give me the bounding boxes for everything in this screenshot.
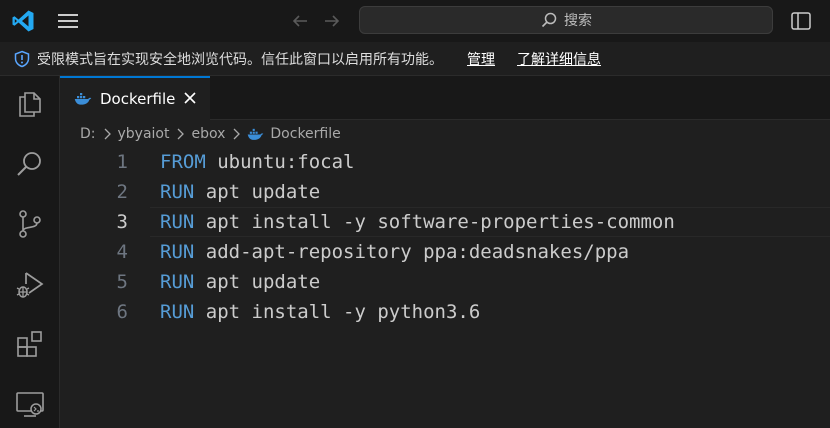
activity-bar xyxy=(0,76,60,428)
keyword: RUN xyxy=(160,211,195,233)
line-number: 2 xyxy=(116,181,128,203)
arrow-right-icon[interactable] xyxy=(322,11,342,31)
learn-more-link[interactable]: 了解详细信息 xyxy=(517,49,601,69)
code-line[interactable]: 5 RUN apt update xyxy=(60,267,830,297)
line-text[interactable]: RUN apt install -y software-properties-c… xyxy=(160,207,675,237)
code-line-active[interactable]: 3 RUN apt install -y software-properties… xyxy=(60,207,830,237)
chevron-right-icon xyxy=(104,128,111,140)
line-number: 4 xyxy=(116,241,128,263)
keyword: RUN xyxy=(160,241,195,263)
code-text: ubuntu:focal xyxy=(205,151,355,173)
line-text[interactable]: RUN apt install -y python3.6 xyxy=(160,297,480,327)
line-number: 1 xyxy=(116,151,128,173)
line-text[interactable]: RUN apt update xyxy=(160,177,320,207)
breadcrumb: D: ybyaiot ebox Dockerfile xyxy=(80,124,341,144)
code-line[interactable]: 1 FROM ubuntu:focal xyxy=(60,147,830,177)
command-center-search[interactable]: 搜索 xyxy=(359,6,773,34)
code-text: add-apt-repository ppa:deadsnakes/ppa xyxy=(194,241,630,263)
restricted-mode-banner: 受限模式旨在实现安全地浏览代码。信任此窗口以启用所有功能。 管理 了解详细信息 xyxy=(0,42,830,76)
close-icon[interactable] xyxy=(182,90,198,106)
code-text: apt update xyxy=(194,271,321,293)
line-text[interactable]: RUN add-apt-repository ppa:deadsnakes/pp… xyxy=(160,237,629,267)
explorer-icon[interactable] xyxy=(14,88,46,120)
layout-sidebar-icon[interactable] xyxy=(790,11,812,31)
chevron-right-icon xyxy=(178,128,185,140)
tab-title: Dockerfile xyxy=(100,90,176,108)
shield-icon xyxy=(14,50,30,67)
editor-area: Dockerfile D: ybyaiot ebox Dockerfile 1 … xyxy=(60,76,830,428)
breadcrumb-folder-ybyaiot[interactable]: ybyaiot xyxy=(118,126,170,142)
keyword: FROM xyxy=(160,151,206,173)
search-view-icon[interactable] xyxy=(14,148,46,180)
menu-icon[interactable] xyxy=(56,11,80,31)
extensions-icon[interactable] xyxy=(14,328,46,360)
docker-icon xyxy=(248,128,264,140)
run-debug-icon[interactable] xyxy=(14,268,46,300)
code-text: apt install -y software-properties-commo… xyxy=(194,211,675,233)
vscode-logo-icon[interactable] xyxy=(11,9,35,33)
editor-tabs: Dockerfile xyxy=(60,76,830,120)
docker-icon xyxy=(74,93,92,105)
code-line[interactable]: 4 RUN add-apt-repository ppa:deadsnakes/… xyxy=(60,237,830,267)
title-bar: 搜索 xyxy=(0,0,830,42)
restricted-message: 受限模式旨在实现安全地浏览代码。信任此窗口以启用所有功能。 xyxy=(37,51,443,68)
breadcrumb-folder-ebox[interactable]: ebox xyxy=(191,126,225,142)
source-control-icon[interactable] xyxy=(14,208,46,240)
line-text[interactable]: FROM ubuntu:focal xyxy=(160,147,354,177)
line-number: 3 xyxy=(116,211,128,233)
remote-explorer-icon[interactable] xyxy=(14,388,46,420)
search-label: 搜索 xyxy=(564,13,592,29)
search-icon xyxy=(541,12,557,28)
code-text: apt update xyxy=(194,181,321,203)
code-line[interactable]: 6 RUN apt install -y python3.6 xyxy=(60,297,830,327)
line-number: 5 xyxy=(116,271,128,293)
chevron-right-icon xyxy=(233,128,241,140)
keyword: RUN xyxy=(160,271,195,293)
code-line[interactable]: 2 RUN apt update xyxy=(60,177,830,207)
code-editor[interactable]: 1 FROM ubuntu:focal 2 RUN apt update 3 R… xyxy=(60,147,830,327)
breadcrumb-file[interactable]: Dockerfile xyxy=(270,126,340,142)
arrow-left-icon[interactable] xyxy=(290,11,310,31)
manage-link[interactable]: 管理 xyxy=(467,49,495,69)
line-number: 6 xyxy=(116,301,128,323)
code-text: apt install -y python3.6 xyxy=(194,301,481,323)
keyword: RUN xyxy=(160,301,195,323)
breadcrumb-drive[interactable]: D: xyxy=(80,126,96,142)
line-text[interactable]: RUN apt update xyxy=(160,267,320,297)
tab-dockerfile[interactable]: Dockerfile xyxy=(60,76,210,120)
keyword: RUN xyxy=(160,181,195,203)
